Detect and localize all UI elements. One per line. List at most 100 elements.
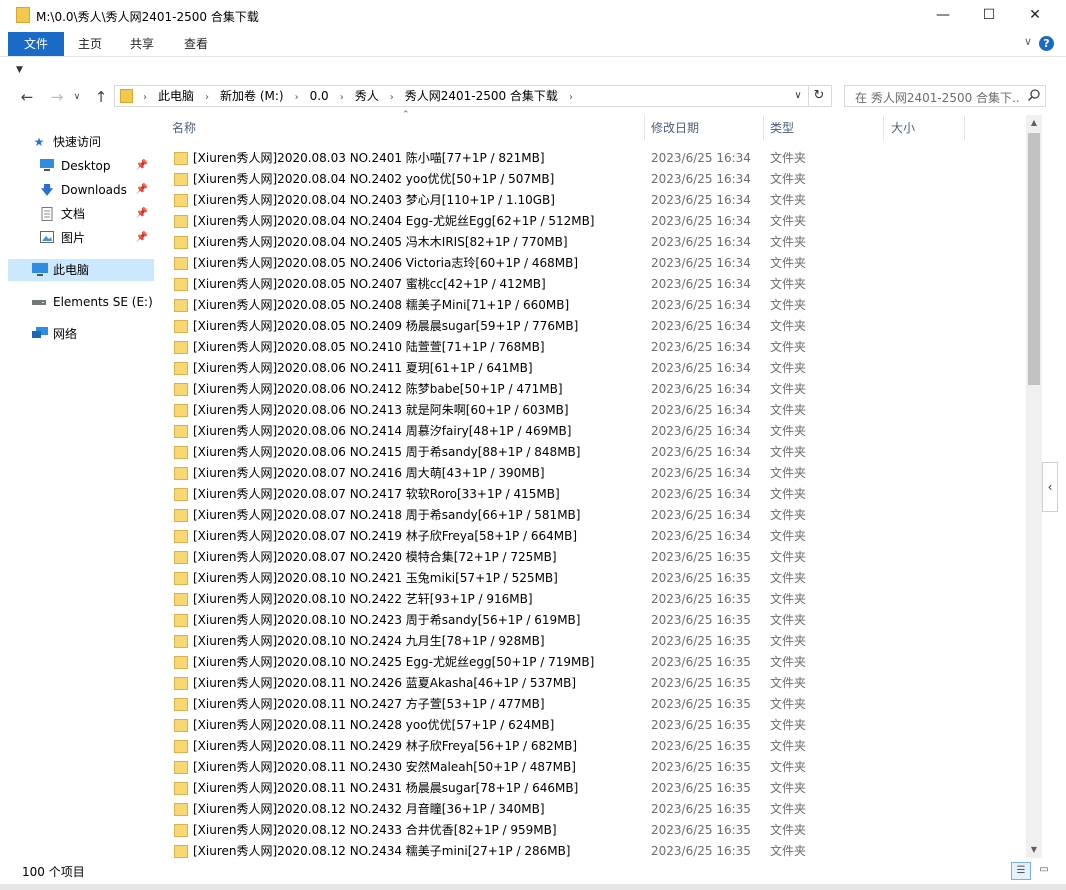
tab-file[interactable]: 文件 xyxy=(8,32,64,56)
file-date: 2023/6/25 16:35 xyxy=(651,718,751,732)
table-row[interactable]: [Xiuren秀人网]2020.08.12 NO.2433 合井优香[82+1P… xyxy=(156,820,1026,841)
table-row[interactable]: [Xiuren秀人网]2020.08.03 NO.2401 陈小喵[77+1P … xyxy=(156,148,1026,169)
file-name: [Xiuren秀人网]2020.08.11 NO.2427 方子萱[53+1P … xyxy=(193,697,545,711)
sidebar-item-drive-e[interactable]: Elements SE (E:) xyxy=(8,291,154,313)
table-row[interactable]: [Xiuren秀人网]2020.08.07 NO.2418 周于希sandy[6… xyxy=(156,505,1026,526)
column-divider[interactable] xyxy=(644,116,645,140)
pin-icon[interactable]: 📌 xyxy=(136,203,148,225)
breadcrumb-item[interactable]: 此电脑 xyxy=(153,86,199,106)
maximize-button[interactable]: ☐ xyxy=(966,0,1012,32)
file-date: 2023/6/25 16:35 xyxy=(651,592,751,606)
search-icon[interactable] xyxy=(1027,88,1041,105)
recent-locations-icon[interactable]: ∨ xyxy=(70,86,84,108)
sidebar-item-quick-access[interactable]: ★ 快速访问 xyxy=(8,131,154,153)
sidebar-item-downloads[interactable]: 🡇 Downloads 📌 xyxy=(8,179,154,201)
folder-icon xyxy=(120,89,133,103)
chevron-right-icon[interactable]: › xyxy=(384,88,400,108)
scroll-thumb[interactable] xyxy=(1028,133,1040,385)
file-name: [Xiuren秀人网]2020.08.03 NO.2401 陈小喵[77+1P … xyxy=(193,151,545,165)
table-row[interactable]: [Xiuren秀人网]2020.08.10 NO.2425 Egg-尤妮丝egg… xyxy=(156,652,1026,673)
chevron-right-icon[interactable]: › xyxy=(563,88,579,108)
table-row[interactable]: [Xiuren秀人网]2020.08.05 NO.2408 糯美子Mini[71… xyxy=(156,295,1026,316)
table-row[interactable]: [Xiuren秀人网]2020.08.11 NO.2428 yoo优优[57+1… xyxy=(156,715,1026,736)
chevron-right-icon[interactable]: › xyxy=(137,88,153,108)
file-name: [Xiuren秀人网]2020.08.12 NO.2432 月音瞳[36+1P … xyxy=(193,802,545,816)
table-row[interactable]: [Xiuren秀人网]2020.08.04 NO.2402 yoo优优[50+1… xyxy=(156,169,1026,190)
table-row[interactable]: [Xiuren秀人网]2020.08.10 NO.2424 九月生[78+1P … xyxy=(156,631,1026,652)
tab-home[interactable]: 主页 xyxy=(68,32,112,56)
large-icons-view-icon[interactable]: ▭ xyxy=(1034,862,1054,880)
breadcrumb-item[interactable]: 新加卷 (M:) xyxy=(215,86,289,106)
sidebar-item-this-pc[interactable]: 此电脑 xyxy=(8,259,154,281)
table-row[interactable]: [Xiuren秀人网]2020.08.10 NO.2423 周于希sandy[5… xyxy=(156,610,1026,631)
folder-icon xyxy=(174,782,188,795)
table-row[interactable]: [Xiuren秀人网]2020.08.04 NO.2404 Egg-尤妮丝Egg… xyxy=(156,211,1026,232)
table-row[interactable]: [Xiuren秀人网]2020.08.07 NO.2416 周大萌[43+1P … xyxy=(156,463,1026,484)
table-row[interactable]: [Xiuren秀人网]2020.08.06 NO.2413 就是阿朱啊[60+1… xyxy=(156,400,1026,421)
pin-icon[interactable]: 📌 xyxy=(136,227,148,249)
column-divider[interactable] xyxy=(763,116,764,140)
table-row[interactable]: [Xiuren秀人网]2020.08.11 NO.2427 方子萱[53+1P … xyxy=(156,694,1026,715)
breadcrumb-item[interactable]: 秀人 xyxy=(350,86,384,106)
customize-toolbar-icon[interactable]: ▼ xyxy=(16,65,23,75)
table-row[interactable]: [Xiuren秀人网]2020.08.07 NO.2419 林子欣Freya[5… xyxy=(156,526,1026,547)
sidebar-item-pictures[interactable]: 图片 📌 xyxy=(8,227,154,249)
sidebar-item-desktop[interactable]: Desktop 📌 xyxy=(8,155,154,177)
table-row[interactable]: [Xiuren秀人网]2020.08.11 NO.2429 林子欣Freya[5… xyxy=(156,736,1026,757)
address-dropdown-icon[interactable]: ∨ xyxy=(790,86,806,106)
pin-icon[interactable]: 📌 xyxy=(136,155,148,177)
file-type: 文件夹 xyxy=(770,718,807,732)
details-view-icon[interactable]: ☰ xyxy=(1011,862,1031,880)
table-row[interactable]: [Xiuren秀人网]2020.08.06 NO.2414 周慕汐fairy[4… xyxy=(156,421,1026,442)
chevron-right-icon[interactable]: › xyxy=(334,88,350,108)
forward-button[interactable]: → xyxy=(45,86,69,108)
chevron-down-icon[interactable]: ∨ xyxy=(1024,35,1032,48)
close-button[interactable]: ✕ xyxy=(1012,0,1058,32)
scroll-up-icon[interactable]: ▲ xyxy=(1026,115,1042,131)
table-row[interactable]: [Xiuren秀人网]2020.08.10 NO.2421 玉兔miki[57+… xyxy=(156,568,1026,589)
table-row[interactable]: [Xiuren秀人网]2020.08.05 NO.2410 陆萱萱[71+1P … xyxy=(156,337,1026,358)
column-header-type[interactable]: 类型 xyxy=(770,116,880,144)
table-row[interactable]: [Xiuren秀人网]2020.08.05 NO.2406 Victoria志玲… xyxy=(156,253,1026,274)
table-row[interactable]: [Xiuren秀人网]2020.08.11 NO.2431 杨晨晨sugar[7… xyxy=(156,778,1026,799)
table-row[interactable]: [Xiuren秀人网]2020.08.05 NO.2409 杨晨晨sugar[5… xyxy=(156,316,1026,337)
back-button[interactable]: ← xyxy=(15,86,39,108)
help-icon[interactable]: ? xyxy=(1039,36,1054,51)
table-row[interactable]: [Xiuren秀人网]2020.08.07 NO.2417 软软Roro[33+… xyxy=(156,484,1026,505)
table-row[interactable]: [Xiuren秀人网]2020.08.06 NO.2411 夏玥[61+1P /… xyxy=(156,358,1026,379)
up-button[interactable]: ↑ xyxy=(89,86,113,108)
tab-share[interactable]: 共享 xyxy=(120,32,164,56)
table-row[interactable]: [Xiuren秀人网]2020.08.11 NO.2430 安然Maleah[5… xyxy=(156,757,1026,778)
pin-icon[interactable]: 📌 xyxy=(136,179,148,201)
table-row[interactable]: [Xiuren秀人网]2020.08.11 NO.2426 蓝夏Akasha[4… xyxy=(156,673,1026,694)
table-row[interactable]: [Xiuren秀人网]2020.08.07 NO.2420 模特合集[72+1P… xyxy=(156,547,1026,568)
search-input[interactable]: 在 秀人网2401-2500 合集下... xyxy=(844,85,1046,107)
minimize-button[interactable]: — xyxy=(920,0,966,32)
table-row[interactable]: [Xiuren秀人网]2020.08.04 NO.2405 冯木木IRIS[82… xyxy=(156,232,1026,253)
address-bar[interactable]: › 此电脑 › 新加卷 (M:) › 0.0 › 秀人 › 秀人网2401-2500 合集下载 › … xyxy=(114,85,832,107)
chevron-right-icon[interactable]: › xyxy=(199,88,215,108)
folder-icon xyxy=(174,383,188,396)
sidebar-item-documents[interactable]: 文档 📌 xyxy=(8,203,154,225)
column-divider[interactable] xyxy=(964,116,965,140)
sidebar-item-network[interactable]: 网络 xyxy=(8,323,154,345)
breadcrumb-item[interactable]: 0.0 xyxy=(305,86,334,106)
file-name: [Xiuren秀人网]2020.08.04 NO.2403 梦心月[110+1P… xyxy=(193,193,555,207)
table-row[interactable]: [Xiuren秀人网]2020.08.10 NO.2422 艺轩[93+1P /… xyxy=(156,589,1026,610)
breadcrumb-item[interactable]: 秀人网2401-2500 合集下载 xyxy=(400,86,563,106)
column-divider[interactable] xyxy=(883,116,884,140)
column-header-size[interactable]: 大小 xyxy=(891,116,961,144)
column-header-name[interactable]: 名称 xyxy=(172,116,644,144)
scroll-down-icon[interactable]: ▼ xyxy=(1026,842,1042,858)
table-row[interactable]: [Xiuren秀人网]2020.08.06 NO.2412 陈梦babe[50+… xyxy=(156,379,1026,400)
table-row[interactable]: [Xiuren秀人网]2020.08.06 NO.2415 周于希sandy[8… xyxy=(156,442,1026,463)
refresh-icon[interactable]: ↻ xyxy=(808,86,829,106)
preview-pane-toggle-icon[interactable]: ‹ xyxy=(1042,462,1058,512)
chevron-right-icon[interactable]: › xyxy=(289,88,305,108)
table-row[interactable]: [Xiuren秀人网]2020.08.12 NO.2432 月音瞳[36+1P … xyxy=(156,799,1026,820)
table-row[interactable]: [Xiuren秀人网]2020.08.05 NO.2407 蜜桃cc[42+1P… xyxy=(156,274,1026,295)
column-header-date[interactable]: 修改日期 xyxy=(651,116,761,144)
tab-view[interactable]: 查看 xyxy=(174,32,218,56)
table-row[interactable]: [Xiuren秀人网]2020.08.04 NO.2403 梦心月[110+1P… xyxy=(156,190,1026,211)
vertical-scrollbar[interactable]: ▲ ▼ xyxy=(1026,115,1042,858)
